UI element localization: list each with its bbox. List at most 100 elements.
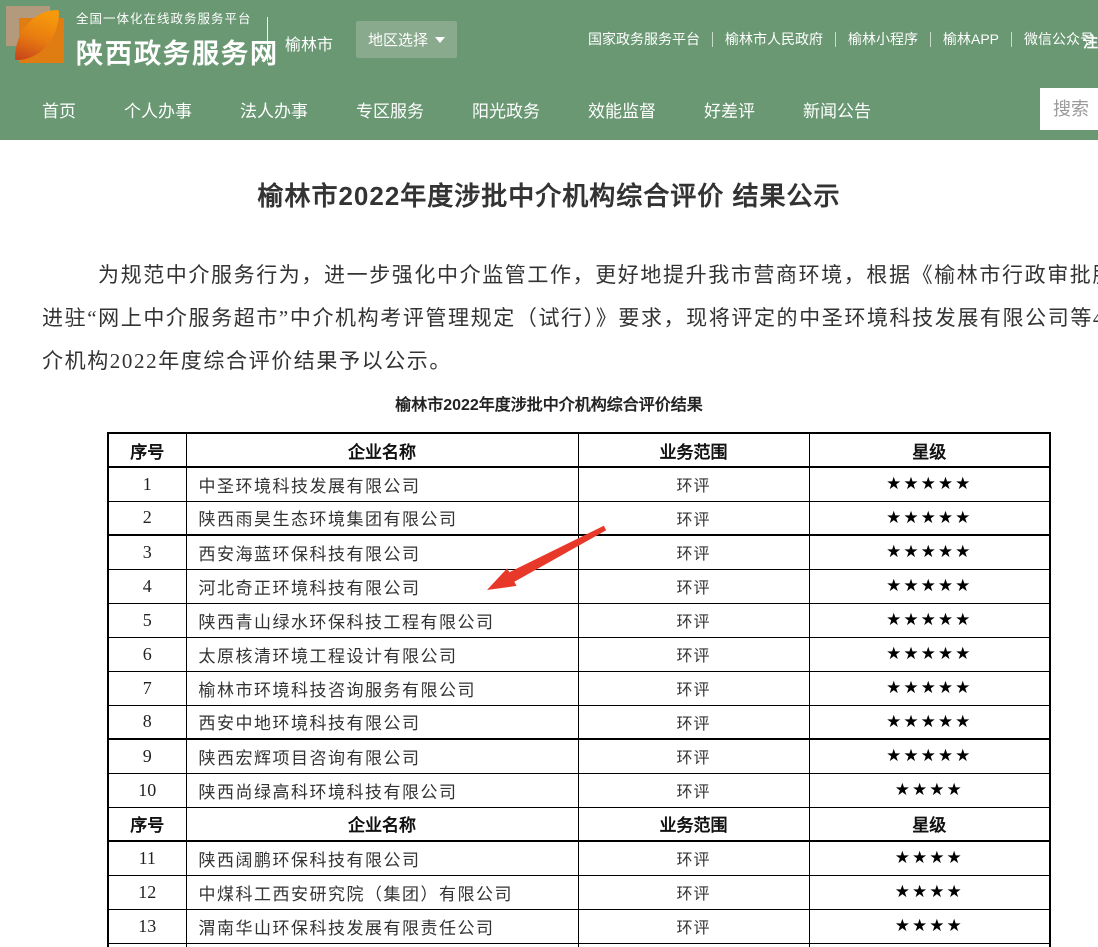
nav-item-1[interactable]: 个人办事 [124, 97, 192, 122]
column-header: 星级 [809, 433, 1050, 467]
main-nav: 首页 个人办事 法人办事 专区服务 阳光政务 效能监督 好差评 新闻公告 [0, 78, 1098, 140]
cell-scope: 环评 [578, 535, 809, 569]
cell-no: 1 [108, 467, 186, 501]
cell-company: 中圣环境科技发展有限公司 [186, 467, 578, 501]
cell-stars: ★★★★ [809, 841, 1050, 875]
table-caption: 榆林市2022年度涉批中介机构综合评价结果 [0, 391, 1098, 415]
site-name: 陕西政务服务网 [76, 32, 279, 71]
cell-scope: 环评 [578, 671, 809, 705]
site-header: 全国一体化在线政务服务平台 陕西政务服务网 榆林市 地区选择 国家政务服务平台榆… [0, 0, 1098, 140]
cell-company: 西安中地环境科技有限公司 [186, 705, 578, 739]
search-input[interactable] [1040, 88, 1098, 130]
nav-item-4[interactable]: 阳光政务 [472, 97, 540, 122]
cell-empty [108, 943, 186, 947]
table-row: 7榆林市环境科技咨询服务有限公司环评★★★★★ [108, 671, 1050, 705]
cell-scope: 环评 [578, 841, 809, 875]
cell-empty [578, 943, 809, 947]
paragraph-line: 介机构2022年度综合评价结果予以公示。 [42, 340, 1098, 383]
cell-company: 陕西宏辉项目咨询有限公司 [186, 739, 578, 773]
cell-scope: 环评 [578, 637, 809, 671]
cell-company: 陕西尚绿高科环境科技有限公司 [186, 773, 578, 807]
cell-scope: 环评 [578, 875, 809, 909]
cell-no: 6 [108, 637, 186, 671]
chevron-down-icon [435, 37, 445, 43]
paragraph-line: 进驻“网上中介服务超市”中介机构考评管理规定（试行）》要求，现将评定的中圣环境科… [42, 297, 1098, 340]
table-row: 1中圣环境科技发展有限公司环评★★★★★ [108, 467, 1050, 501]
search-box [1040, 88, 1098, 130]
cell-company: 陕西阔鹏环保科技有限公司 [186, 841, 578, 875]
nav-item-0[interactable]: 首页 [42, 97, 76, 122]
cell-scope: 环评 [578, 603, 809, 637]
site-logo[interactable] [6, 4, 66, 64]
cell-company: 榆林市环境科技咨询服务有限公司 [186, 671, 578, 705]
column-header: 业务范围 [578, 433, 809, 467]
cell-scope: 环评 [578, 739, 809, 773]
brand-text: 全国一体化在线政务服务平台 陕西政务服务网 [76, 8, 279, 71]
table-row: 13渭南华山环保科技发展有限责任公司环评★★★★ [108, 909, 1050, 943]
current-city-label: 榆林市 [285, 31, 333, 55]
nav-item-5[interactable]: 效能监督 [588, 97, 656, 122]
table-row: 12中煤科工西安研究院（集团）有限公司环评★★★★ [108, 875, 1050, 909]
cell-scope: 环评 [578, 501, 809, 535]
cell-company: 河北奇正环境科技有限公司 [186, 569, 578, 603]
cell-scope: 环评 [578, 467, 809, 501]
table-row: 4河北奇正环境科技有限公司环评★★★★★ [108, 569, 1050, 603]
top-link-3[interactable]: 榆林APP [931, 32, 1012, 47]
region-selector-button[interactable]: 地区选择 [356, 21, 457, 58]
cell-no: 8 [108, 705, 186, 739]
column-header: 企业名称 [186, 433, 578, 467]
table-row: 9陕西宏辉项目咨询有限公司环评★★★★★ [108, 739, 1050, 773]
cell-stars: ★★★★★ [809, 739, 1050, 773]
nav-item-7[interactable]: 新闻公告 [803, 97, 871, 122]
cell-company: 渭南华山环保科技发展有限责任公司 [186, 909, 578, 943]
top-link-0[interactable]: 国家政务服务平台 [576, 32, 713, 47]
column-header: 星级 [809, 807, 1050, 841]
cell-no: 5 [108, 603, 186, 637]
cell-stars: ★★★★★ [809, 535, 1050, 569]
table-row: 8西安中地环境科技有限公司环评★★★★★ [108, 705, 1050, 739]
cell-stars: ★★★★★ [809, 569, 1050, 603]
top-link-2[interactable]: 榆林小程序 [836, 32, 931, 47]
cell-no: 2 [108, 501, 186, 535]
article-body: 为规范中介服务行为，进一步强化中介监管工作，更好地提升我市营商环境，根据《榆林市… [0, 254, 1098, 383]
platform-tagline: 全国一体化在线政务服务平台 [76, 8, 279, 27]
evaluation-table: 序号企业名称业务范围星级1中圣环境科技发展有限公司环评★★★★★2陕西雨昊生态环… [107, 432, 1051, 947]
table-header-row: 序号企业名称业务范围星级 [108, 807, 1050, 841]
cell-stars: ★★★★ [809, 875, 1050, 909]
cell-no: 7 [108, 671, 186, 705]
table-header-row: 序号企业名称业务范围星级 [108, 433, 1050, 467]
cell-stars: ★★★★★ [809, 603, 1050, 637]
cell-no: 4 [108, 569, 186, 603]
register-link[interactable]: 注册 [1083, 31, 1098, 52]
cell-empty [809, 943, 1050, 947]
cell-stars: ★★★★★ [809, 637, 1050, 671]
cell-scope: 环评 [578, 773, 809, 807]
nav-list: 首页 个人办事 法人办事 专区服务 阳光政务 效能监督 好差评 新闻公告 [42, 78, 871, 140]
column-header: 序号 [108, 807, 186, 841]
top-links: 国家政务服务平台榆林市人民政府榆林小程序榆林APP微信公众号 [576, 0, 1098, 78]
paragraph-line: 为规范中介服务行为，进一步强化中介监管工作，更好地提升我市营商环境，根据《榆林市… [42, 254, 1098, 297]
cell-no: 13 [108, 909, 186, 943]
evaluation-table-body: 序号企业名称业务范围星级1中圣环境科技发展有限公司环评★★★★★2陕西雨昊生态环… [108, 433, 1050, 947]
cell-scope: 环评 [578, 909, 809, 943]
cell-no: 10 [108, 773, 186, 807]
table-row: 3西安海蓝环保科技有限公司环评★★★★★ [108, 535, 1050, 569]
cell-company: 陕西青山绿水环保科技工程有限公司 [186, 603, 578, 637]
cell-no: 9 [108, 739, 186, 773]
nav-item-3[interactable]: 专区服务 [356, 97, 424, 122]
cell-scope: 环评 [578, 705, 809, 739]
cell-company: 中煤科工西安研究院（集团）有限公司 [186, 875, 578, 909]
cell-stars: ★★★★ [809, 773, 1050, 807]
cell-company: 陕西雨昊生态环境集团有限公司 [186, 501, 578, 535]
table-row: 10陕西尚绿高科环境科技有限公司环评★★★★ [108, 773, 1050, 807]
top-link-1[interactable]: 榆林市人民政府 [713, 32, 836, 47]
nav-item-6[interactable]: 好差评 [704, 97, 755, 122]
table-row: 5陕西青山绿水环保科技工程有限公司环评★★★★★ [108, 603, 1050, 637]
cell-no: 12 [108, 875, 186, 909]
cell-no: 11 [108, 841, 186, 875]
table-row: 11陕西阔鹏环保科技有限公司环评★★★★ [108, 841, 1050, 875]
region-selector-label: 地区选择 [368, 29, 428, 50]
column-header: 企业名称 [186, 807, 578, 841]
cell-stars: ★★★★ [809, 909, 1050, 943]
nav-item-2[interactable]: 法人办事 [240, 97, 308, 122]
